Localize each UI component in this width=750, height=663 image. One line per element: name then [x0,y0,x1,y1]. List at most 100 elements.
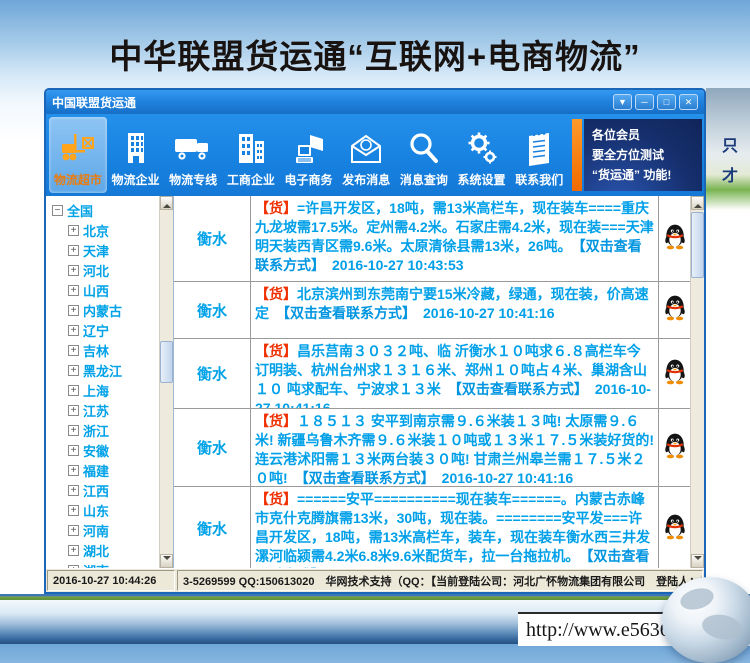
tree-item-province[interactable]: 山东 [52,500,159,520]
qq-cell[interactable] [659,196,690,281]
tree-label: 天津 [83,241,109,260]
tree-item-province[interactable]: 河南 [52,520,159,540]
tree-item-province[interactable]: 江苏 [52,400,159,420]
collapse-icon[interactable] [52,205,63,216]
scroll-up-icon[interactable] [691,196,704,210]
contact-hint[interactable]: 【双击查看联系方式】 [283,305,409,321]
tree-item-province[interactable]: 内蒙古 [52,300,159,320]
region-cell: 衡水 [174,409,251,486]
qq-cell[interactable] [659,282,690,338]
message-time: 2016-10-27 10:41:16 [423,305,555,321]
region-tree: 全国 北京 天津 [46,196,159,568]
message-cell[interactable]: 【货】======安平==========现在装车======。内蒙古赤峰市克什… [251,487,659,568]
tree-item-province[interactable]: 山西 [52,280,159,300]
scroll-down-icon[interactable] [691,554,704,568]
tab-publish-message[interactable]: 发布消息 [337,117,395,193]
expand-icon[interactable] [68,225,79,236]
expand-icon[interactable] [68,425,79,436]
building-icon [119,127,153,171]
close-button[interactable]: ✕ [679,94,698,110]
message-cell[interactable]: 【货】昌乐莒南３０３２吨、临 沂衡水１０吨求６.８高栏车今订明装、杭州台州求１３… [251,339,659,408]
freight-message-row[interactable]: 衡水 【货】昌乐莒南３０３２吨、临 沂衡水１０吨求６.８高栏车今订明装、杭州台州… [174,339,690,409]
message-cell[interactable]: 【货】１８５１３ 安平到南京需９.６米装１３吨! 太原需９.６米! 新疆乌鲁木齐… [251,409,659,486]
tree-item-province[interactable]: 上海 [52,380,159,400]
expand-icon[interactable] [68,265,79,276]
tree-item-province[interactable]: 湖南 [52,560,159,568]
gear-icon [464,127,500,171]
maximize-button[interactable]: □ [657,94,676,110]
menu-button[interactable]: ▼ [613,94,632,110]
expand-icon[interactable] [68,285,79,296]
tab-business-company[interactable]: 工商企业 [222,117,280,193]
tree-item-province[interactable]: 河北 [52,260,159,280]
tree-label: 北京 [83,221,109,240]
tab-logistics-lines[interactable]: 物流专线 [164,117,222,193]
qq-cell[interactable] [659,339,690,408]
tree-label: 湖南 [83,561,109,569]
tree-item-province[interactable]: 安徽 [52,440,159,460]
tree-label: 内蒙古 [83,301,122,320]
tree-item-province[interactable]: 辽宁 [52,320,159,340]
main-toolbar: 物流超市 物流企业 [46,114,704,196]
tab-ecommerce[interactable]: 电子商务 [280,117,338,193]
qq-penguin-icon[interactable] [664,513,686,545]
qq-penguin-icon[interactable] [664,432,686,464]
qq-cell[interactable] [659,409,690,486]
notepad-icon [523,127,555,171]
tree-item-province[interactable]: 天津 [52,240,159,260]
tree-item-province[interactable]: 黑龙江 [52,360,159,380]
tree-item-province[interactable]: 吉林 [52,340,159,360]
expand-icon[interactable] [68,325,79,336]
tree-root-national[interactable]: 全国 [52,200,159,220]
tree-item-province[interactable]: 北京 [52,220,159,240]
qq-penguin-icon[interactable] [664,294,686,326]
tree-item-province[interactable]: 福建 [52,460,159,480]
expand-icon[interactable] [68,465,79,476]
qq-penguin-icon[interactable] [664,223,686,255]
freight-message-row[interactable]: 衡水 【货】======安平==========现在装车======。内蒙古赤峰… [174,487,690,568]
tree-item-province[interactable]: 浙江 [52,420,159,440]
message-cell[interactable]: 【货】北京滨州到东莞南宁要15米冷藏，绿通，现在装，价高速定 【双击查看联系方式… [251,282,659,338]
window-titlebar[interactable]: 中国联盟货运通 ▼ ─ □ ✕ [46,90,704,114]
scroll-down-icon[interactable] [160,554,173,568]
scroll-up-icon[interactable] [160,196,173,210]
buildings-icon [233,127,269,171]
expand-icon[interactable] [68,525,79,536]
tab-system-settings[interactable]: 系统设置 [453,117,511,193]
tab-message-query[interactable]: 消息查询 [395,117,453,193]
tree-label: 黑龙江 [83,361,122,380]
scroll-thumb[interactable] [691,212,704,278]
contact-hint[interactable]: 【双击查看联系方式】 [302,470,428,486]
forklift-icon [58,127,98,171]
expand-icon[interactable] [68,445,79,456]
expand-icon[interactable] [68,405,79,416]
list-scrollbar[interactable] [690,196,704,568]
qq-cell[interactable] [659,487,690,568]
tree-item-province[interactable]: 江西 [52,480,159,500]
freight-message-row[interactable]: 衡水 【货】北京滨州到东莞南宁要15米冷藏，绿通，现在装，价高速定 【双击查看联… [174,282,690,339]
expand-icon[interactable] [68,245,79,256]
tab-logistics-market[interactable]: 物流超市 [49,117,107,193]
tree-item-province[interactable]: 湖北 [52,540,159,560]
minimize-button[interactable]: ─ [635,94,654,110]
tab-contact-us[interactable]: 联系我们 [510,117,568,193]
tab-label: 消息查询 [400,171,448,188]
tree-label: 全国 [67,201,93,220]
tree-scrollbar[interactable] [159,196,173,568]
expand-icon[interactable] [68,345,79,356]
freight-message-row[interactable]: 衡水 【货】=许昌开发区，18吨，需13米高栏车，现在装车====重庆九龙坡需1… [174,196,690,282]
expand-icon[interactable] [68,365,79,376]
contact-hint[interactable]: 【双击查看联系方式】 [455,381,581,397]
tree-label: 河南 [83,521,109,540]
message-cell[interactable]: 【货】=许昌开发区，18吨，需13米高栏车，现在装车====重庆九龙坡需17.5… [251,196,659,281]
expand-icon[interactable] [68,545,79,556]
scroll-thumb[interactable] [160,341,173,383]
expand-icon[interactable] [68,385,79,396]
qq-penguin-icon[interactable] [664,358,686,390]
freight-message-row[interactable]: 衡水 【货】１８５１３ 安平到南京需９.６米装１３吨! 太原需９.６米! 新疆乌… [174,409,690,487]
tab-logistics-company[interactable]: 物流企业 [107,117,165,193]
expand-icon[interactable] [68,485,79,496]
freight-tag: 【货】 [255,491,297,507]
expand-icon[interactable] [68,505,79,516]
expand-icon[interactable] [68,305,79,316]
